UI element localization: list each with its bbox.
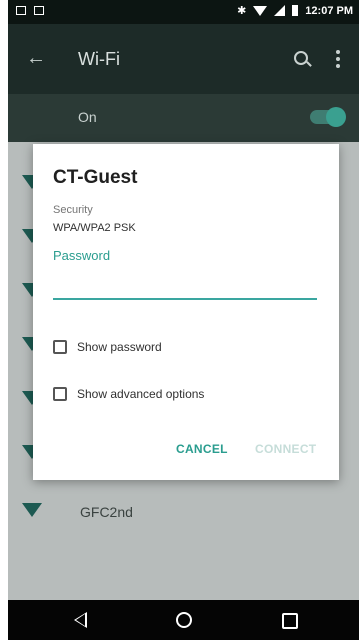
home-icon[interactable] — [176, 612, 192, 628]
wifi-connect-dialog: CT-Guest Security WPA/WPA2 PSK Password … — [33, 144, 339, 480]
page-title: Wi-Fi — [78, 49, 120, 69]
notification-icon — [34, 6, 44, 15]
status-bar: ✱ 12:07 PM — [8, 0, 359, 24]
connect-button[interactable]: CONNECT — [255, 442, 316, 456]
password-label: Password — [53, 248, 111, 263]
image-icon — [16, 6, 26, 15]
search-icon[interactable] — [294, 51, 308, 65]
nav-bar — [8, 600, 359, 640]
wifi-toggle-switch[interactable] — [310, 107, 346, 127]
wifi-toggle-row[interactable]: On — [8, 94, 359, 142]
show-password-label: Show password — [77, 340, 162, 354]
recents-icon[interactable] — [282, 613, 298, 629]
wifi-lock-icon — [22, 503, 42, 517]
cell-signal-icon — [274, 5, 286, 16]
show-password-row[interactable]: Show password — [53, 340, 162, 354]
toolbar: ← Wi-Fi — [8, 24, 359, 94]
switch-knob — [326, 107, 346, 127]
show-advanced-row[interactable]: Show advanced options — [53, 387, 204, 401]
back-arrow-icon[interactable]: ← — [26, 47, 46, 70]
show-advanced-label: Show advanced options — [77, 387, 205, 401]
battery-icon — [292, 5, 299, 16]
password-input[interactable] — [53, 274, 317, 300]
bluetooth-icon: ✱ — [237, 5, 247, 17]
status-time: 12:07 PM — [305, 4, 353, 17]
wifi-signal-icon — [253, 5, 268, 16]
show-password-checkbox[interactable] — [53, 340, 67, 354]
network-name: GFC2nd — [80, 504, 133, 520]
cancel-button[interactable]: CANCEL — [176, 442, 228, 456]
back-icon[interactable] — [74, 612, 87, 628]
network-row-gfc2nd[interactable]: GFC2nd — [8, 484, 359, 538]
security-label: Security — [53, 204, 93, 216]
dialog-title: CT-Guest — [53, 167, 138, 188]
security-value: WPA/WPA2 PSK — [53, 222, 136, 234]
screen: ✱ 12:07 PM ← Wi-Fi On GFC2nd CT-Guest Se — [8, 0, 359, 640]
wifi-toggle-label: On — [78, 109, 97, 125]
more-vert-icon[interactable] — [336, 50, 340, 68]
show-advanced-checkbox[interactable] — [53, 387, 67, 401]
